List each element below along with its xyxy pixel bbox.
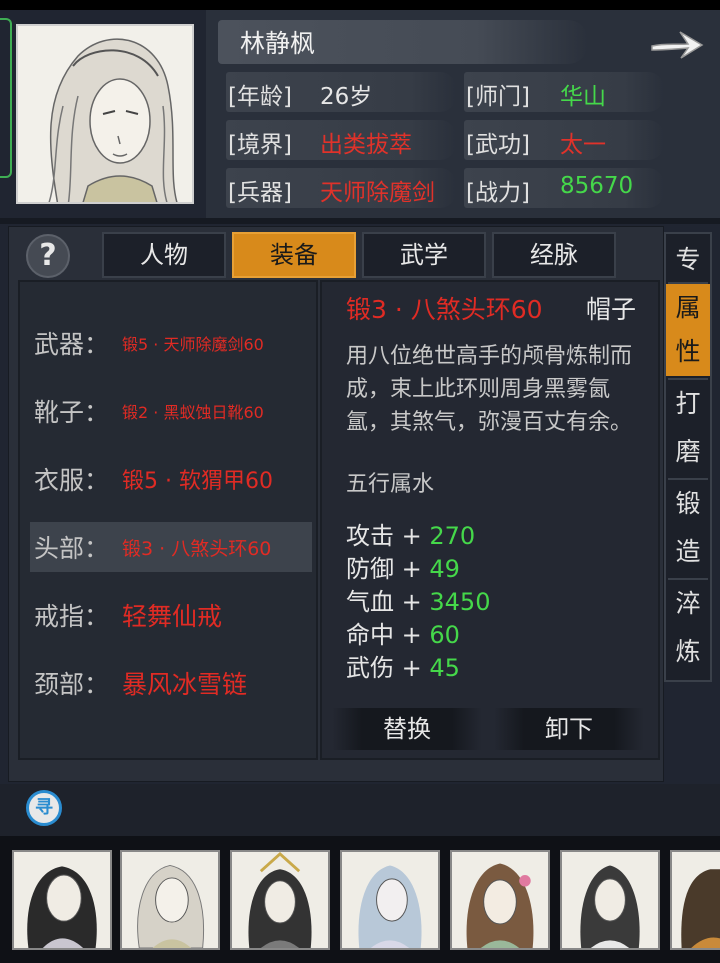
slot-item: 轻舞仙戒 (122, 602, 223, 631)
slot-boots[interactable]: 靴子： 锻2 · 黑蚁蚀日靴60 (30, 386, 312, 436)
weapon-label: [兵器] (228, 180, 292, 206)
slot-label: 颈部： (34, 670, 110, 699)
slot-item: 锻2 · 黑蚁蚀日靴60 (122, 403, 264, 422)
character-avatar (358, 865, 422, 948)
attr-name: 武伤 (346, 654, 394, 682)
attr-op: + (401, 621, 422, 649)
martial-label: [武功] (466, 132, 530, 158)
side-tab-special[interactable]: 专 (666, 234, 710, 282)
power-value: 85670 (560, 173, 634, 199)
slot-label: 靴子： (34, 398, 110, 427)
power-label: [战力] (466, 180, 530, 206)
replace-button[interactable]: 替换 (332, 708, 482, 750)
sect-label: [师门] (466, 84, 530, 110)
attr-value: 45 (429, 654, 460, 682)
attr-attack: 攻击 + 270 (346, 516, 475, 551)
age-label: [年龄] (228, 84, 292, 110)
unequip-button[interactable]: 卸下 (494, 708, 644, 750)
slot-ring[interactable]: 戒指： 轻舞仙戒 (30, 590, 312, 640)
attr-hp: 气血 + 3450 (346, 582, 490, 617)
attr-op: + (401, 654, 422, 682)
slot-label: 戒指： (34, 602, 110, 631)
attr-value: 60 (429, 621, 460, 649)
roster-card[interactable] (560, 850, 660, 950)
help-button[interactable]: ? (26, 234, 70, 278)
attr-hit: 命中 + 60 (346, 615, 460, 650)
realm-value: 出类拔萃 (320, 132, 412, 158)
side-tab-forge[interactable]: 锻造 (666, 480, 710, 576)
search-icon[interactable]: 寻 (26, 790, 62, 826)
attr-op: + (401, 555, 422, 583)
martial-value: 太一 (560, 132, 606, 158)
roster-card[interactable] (12, 850, 112, 950)
tab-equipment[interactable]: 装备 (232, 232, 356, 278)
item-type: 帽子 (586, 295, 637, 324)
side-tab-polish[interactable]: 打磨 (666, 380, 710, 476)
attr-name: 气血 (346, 588, 394, 616)
character-avatar (137, 864, 205, 949)
slot-item: 锻3 · 八煞头环60 (122, 537, 272, 560)
slot-label: 衣服： (34, 466, 110, 495)
attr-name: 命中 (346, 621, 394, 649)
character-name: 林静枫 (240, 29, 316, 58)
equipment-slot-list: 武器： 锻5 · 天师除魔剑60 靴子： 锻2 · 黑蚁蚀日靴60 衣服： 锻5… (18, 280, 318, 760)
item-description: 用八位绝世高手的颅骨炼制而成，束上此环则周身黑雾氤氲，其煞气，弥漫百丈有余。 (346, 344, 633, 435)
slot-neck[interactable]: 颈部： 暴风冰雪链 (30, 658, 312, 708)
slot-item: 暴风冰雪链 (122, 670, 248, 699)
slot-label: 武器： (34, 330, 110, 359)
item-element: 五行属水 (346, 472, 435, 497)
character-avatar (466, 863, 534, 948)
age-value: 26岁 (320, 84, 373, 110)
character-avatar (27, 866, 97, 948)
roster-card[interactable] (450, 850, 550, 950)
divider (0, 218, 720, 224)
tab-character[interactable]: 人物 (102, 232, 226, 278)
slot-weapon[interactable]: 武器： 锻5 · 天师除魔剑60 (30, 318, 312, 368)
slot-clothes[interactable]: 衣服： 锻5 · 软猬甲60 (30, 454, 312, 504)
attr-op: + (401, 588, 422, 616)
weapon-value: 天师除魔剑 (320, 180, 435, 206)
slot-label: 头部： (34, 534, 110, 563)
side-tab-temper[interactable]: 淬炼 (666, 580, 710, 676)
top-bar (0, 0, 720, 10)
next-arrow-icon[interactable] (648, 24, 706, 64)
roster-card[interactable] (340, 850, 440, 950)
tab-meridians[interactable]: 经脉 (492, 232, 616, 278)
roster-card[interactable] (120, 850, 220, 950)
attr-op: + (401, 522, 422, 550)
slot-item: 锻5 · 软猬甲60 (122, 469, 273, 494)
slot-head[interactable]: 头部： 锻3 · 八煞头环60 (30, 522, 312, 572)
roster-card[interactable] (230, 850, 330, 950)
character-portrait (16, 24, 194, 204)
side-tab-attributes[interactable]: 属性 (666, 284, 710, 376)
attr-value: 49 (429, 555, 460, 583)
attr-value: 270 (429, 522, 476, 550)
side-handle[interactable] (0, 18, 12, 178)
item-title: 锻3 · 八煞头环60 (346, 295, 543, 324)
bottom-toolbar (0, 784, 720, 836)
roster-card[interactable] (670, 850, 720, 950)
tab-martial-arts[interactable]: 武学 (362, 232, 486, 278)
attr-martial-damage: 武伤 + 45 (346, 648, 460, 683)
character-avatar (681, 869, 720, 948)
attr-value: 3450 (429, 588, 491, 616)
attr-name: 攻击 (346, 522, 394, 550)
realm-label: [境界] (228, 132, 292, 158)
attr-name: 防御 (346, 555, 394, 583)
attr-defense: 防御 + 49 (346, 549, 460, 584)
character-avatar (580, 865, 640, 948)
sect-value: 华山 (560, 84, 606, 110)
character-avatar (248, 851, 312, 948)
slot-item: 锻5 · 天师除魔剑60 (122, 335, 264, 354)
